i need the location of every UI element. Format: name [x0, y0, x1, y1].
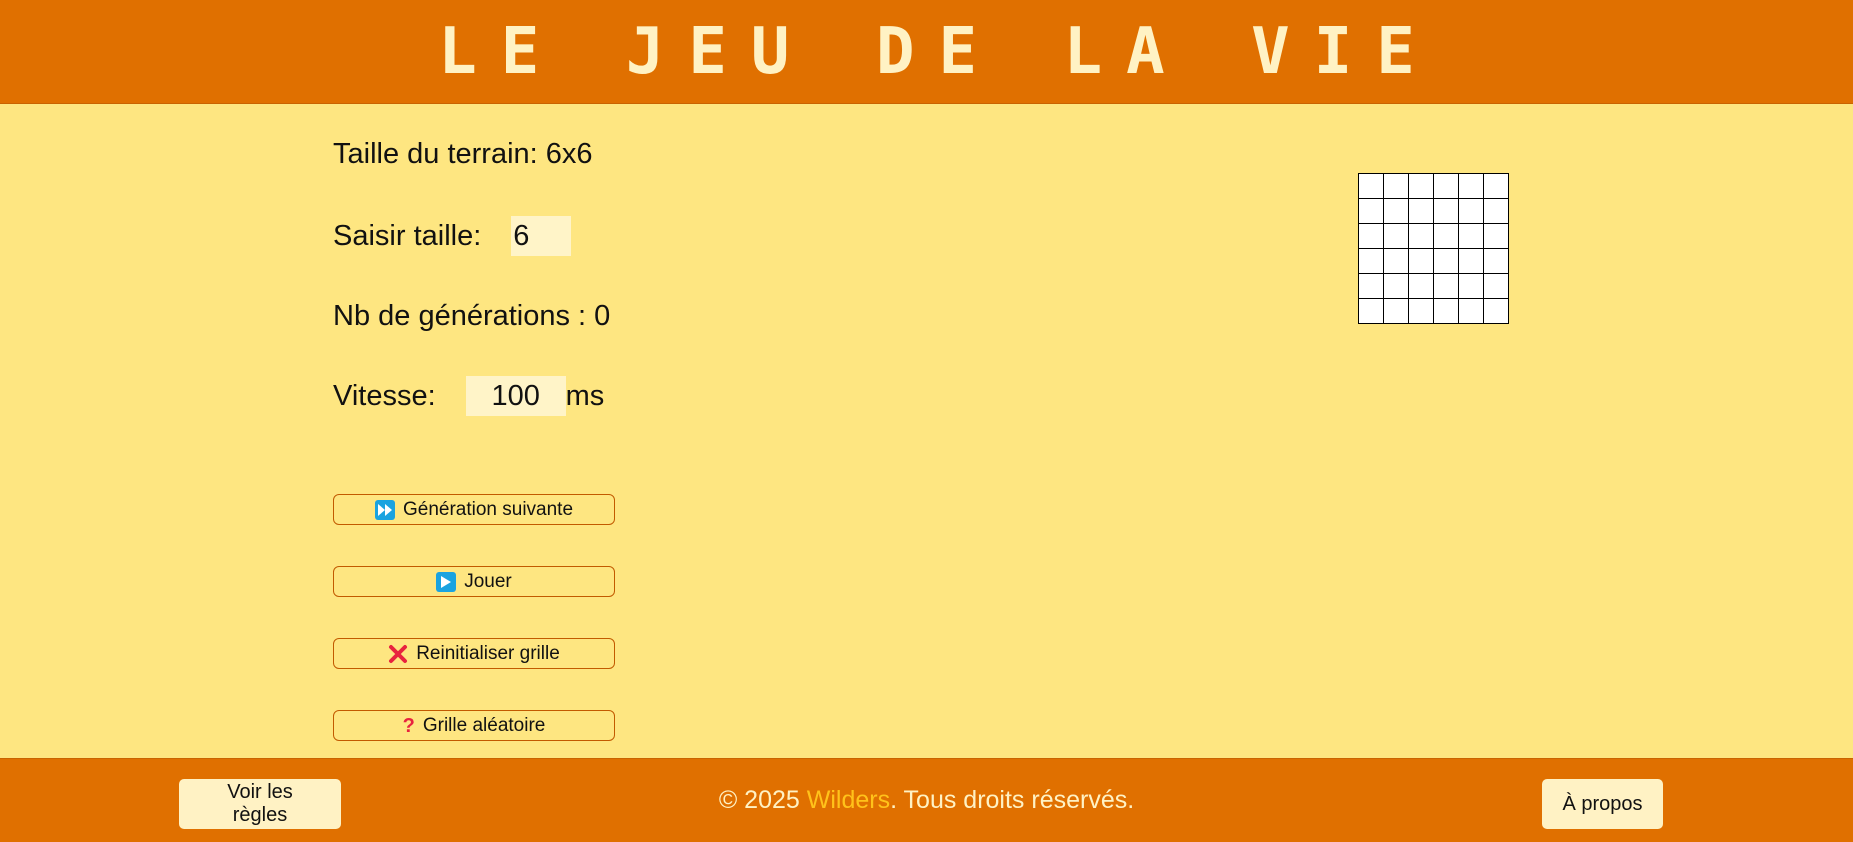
grid-cell[interactable] [1434, 199, 1459, 224]
copyright-prefix: © 2025 [718, 786, 807, 814]
size-label: Saisir taille: [333, 219, 482, 252]
grid-cell[interactable] [1409, 249, 1434, 274]
grid-cell[interactable] [1359, 224, 1384, 249]
random-grid-label: Grille aléatoire [422, 714, 546, 736]
size-input[interactable] [511, 216, 572, 256]
grid-cell[interactable] [1384, 299, 1409, 324]
grid-cell[interactable] [1384, 274, 1409, 299]
page-footer: © 2025 Wilders. Tous droits réservés. Vo… [0, 758, 1853, 842]
grid-cell[interactable] [1434, 274, 1459, 299]
grid-cell[interactable] [1484, 274, 1509, 299]
grid-cell[interactable] [1384, 224, 1409, 249]
about-button[interactable]: À propos [1542, 779, 1663, 829]
grid-cell[interactable] [1384, 249, 1409, 274]
grid-cell[interactable] [1359, 274, 1384, 299]
grid-cell[interactable] [1459, 174, 1484, 199]
random-grid-button[interactable]: ? Grille aléatoire [333, 710, 615, 741]
grid-cell[interactable] [1409, 274, 1434, 299]
brand-link[interactable]: Wilders [807, 786, 890, 815]
grid-cell[interactable] [1409, 174, 1434, 199]
play-button[interactable]: Jouer [333, 566, 615, 597]
grid-cell[interactable] [1484, 224, 1509, 249]
grid-cell[interactable] [1434, 249, 1459, 274]
grid-cell[interactable] [1434, 224, 1459, 249]
speed-label: Vitesse: [333, 379, 436, 412]
rules-button[interactable]: Voir les règles [179, 779, 341, 829]
grid-cell[interactable] [1459, 224, 1484, 249]
grid-cell[interactable] [1484, 174, 1509, 199]
page-header: LE JEU DE LA VIE [0, 0, 1853, 104]
generations-label: Nb de générations : 0 [333, 299, 611, 332]
red-question-icon: ? [402, 714, 415, 737]
grid-cell[interactable] [1384, 199, 1409, 224]
grid-cell[interactable] [1409, 224, 1434, 249]
grid-cell[interactable] [1459, 274, 1484, 299]
reset-grid-button[interactable]: Reinitialiser grille [333, 638, 615, 669]
main-area: Taille du terrain: 6x6 Saisir taille: Nb… [0, 104, 1853, 758]
grid-cell[interactable] [1359, 199, 1384, 224]
reset-grid-label: Reinitialiser grille [416, 642, 560, 664]
grid-cell[interactable] [1459, 199, 1484, 224]
grid-cell[interactable] [1409, 299, 1434, 324]
page-title: LE JEU DE LA VIE [438, 14, 1439, 89]
terrain-size-label: Taille du terrain: 6x6 [333, 137, 593, 170]
red-cross-icon [388, 644, 408, 664]
grid-cell[interactable] [1409, 199, 1434, 224]
speed-unit: ms [565, 379, 605, 412]
speed-row: Vitesse: ms [333, 376, 604, 416]
size-row: Saisir taille: [333, 216, 572, 256]
grid-cell[interactable] [1359, 249, 1384, 274]
grid-cell[interactable] [1434, 174, 1459, 199]
play-icon [436, 571, 457, 592]
grid-cell[interactable] [1484, 199, 1509, 224]
fast-forward-icon [374, 499, 395, 520]
grid-cell[interactable] [1484, 299, 1509, 324]
grid-cell[interactable] [1359, 299, 1384, 324]
next-generation-label: Génération suivante [402, 498, 574, 520]
grid-cell[interactable] [1484, 249, 1509, 274]
grid-cell[interactable] [1459, 299, 1484, 324]
grid-cell[interactable] [1359, 174, 1384, 199]
next-generation-button[interactable]: Génération suivante [333, 494, 615, 525]
grid-cell[interactable] [1384, 174, 1409, 199]
speed-input[interactable] [465, 376, 566, 416]
game-grid [1358, 173, 1509, 324]
copyright-suffix: . Tous droits réservés. [890, 786, 1135, 814]
play-label: Jouer [464, 570, 512, 592]
grid-cell[interactable] [1459, 249, 1484, 274]
grid-cell[interactable] [1434, 299, 1459, 324]
